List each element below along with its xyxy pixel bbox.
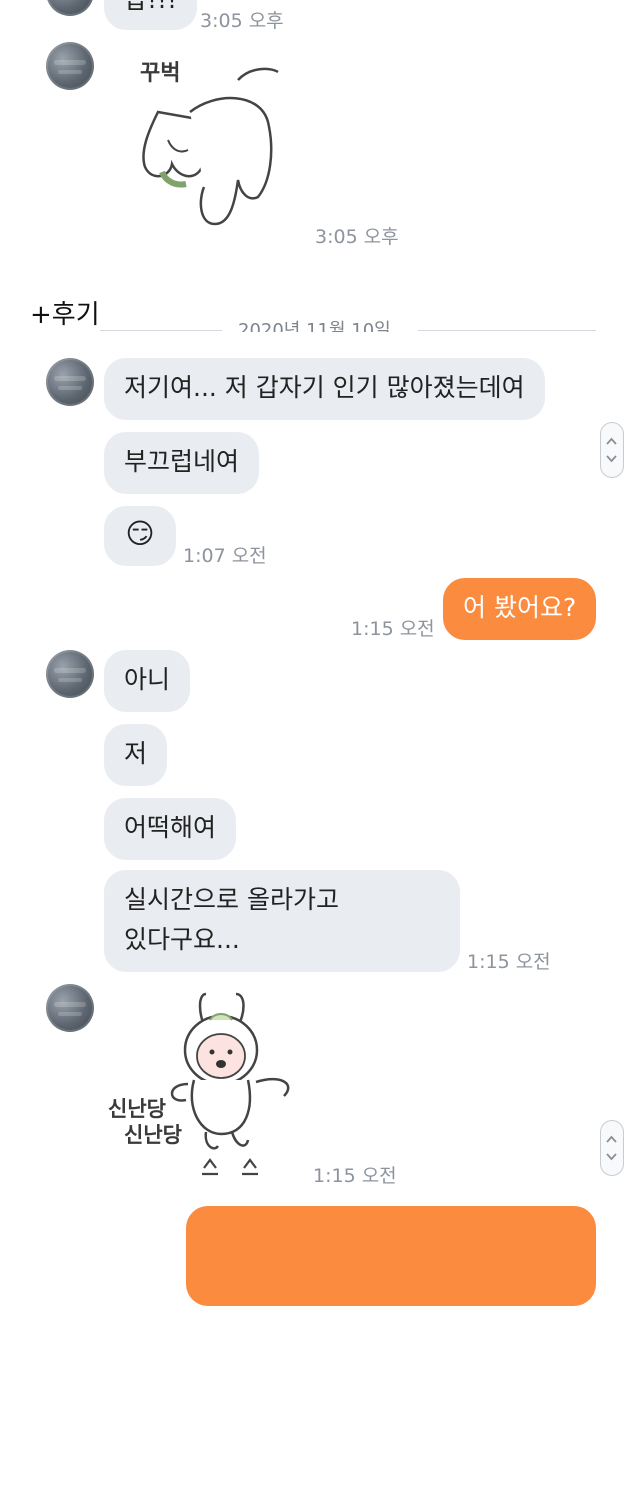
avatar[interactable] <box>46 650 94 698</box>
sticker-label-line1: 신난당 <box>108 1097 166 1121</box>
avatar[interactable] <box>46 0 94 16</box>
message-timestamp: 1:15 오전 <box>467 951 551 973</box>
message-bubble: 탑!!! <box>104 0 198 30</box>
message-bubble[interactable]: 어떡해여 <box>104 798 237 860</box>
my-message-bubble[interactable]: 어 봤어요? <box>443 578 597 640</box>
message-text-line1: ㅋㅋㅋㅋ근데 <box>206 1304 345 1333</box>
date-divider-line-left <box>100 330 222 331</box>
message-text: 부끄럽네여 <box>124 447 240 476</box>
date-divider-line-right <box>418 330 596 331</box>
message-text-line2: 너무신나보이는데요? <box>206 1430 427 1459</box>
message-bubble[interactable]: 부끄럽네여 <box>104 432 260 494</box>
sticker-dancing-rabbit: 신난당 신난당 <box>108 992 290 1176</box>
message-timestamp: 1:07 오전 <box>183 545 267 567</box>
message-bubble[interactable]: 아니 <box>104 650 191 712</box>
scroll-chevrons-icon <box>606 1135 617 1161</box>
message-bubble[interactable]: 저 <box>104 724 168 786</box>
date-divider-text: 2020년 11월 10일 <box>238 320 391 332</box>
my-message-bubble[interactable]: ㅋㅋㅋㅋ근데 너무신나보이는데요? <box>186 1206 596 1459</box>
scroll-handle[interactable] <box>600 422 624 478</box>
avatar[interactable] <box>46 984 94 1032</box>
message-text: 저 <box>124 739 148 768</box>
message-timestamp: 1:15 오전 <box>351 618 435 640</box>
message-bubble[interactable]: 😏 <box>104 506 176 566</box>
scroll-handle[interactable] <box>600 1120 624 1176</box>
message-text: 탑!!! <box>124 0 177 14</box>
message-bubble[interactable]: 저기여... 저 갑자기 인기 많아졌는데여 <box>104 358 545 420</box>
sticker-timestamp: 1:15 오전 <box>313 1165 397 1187</box>
review-section-label: +후기 <box>30 300 100 330</box>
message-text: 저기여... 저 갑자기 인기 많아졌는데여 <box>124 373 525 402</box>
message-bubble[interactable]: 실시간으로 올라가고 있다구요... <box>104 870 460 972</box>
sticker-label: 꾸벅 <box>140 61 180 86</box>
message-text: 아니 <box>124 665 171 694</box>
sticker-bowing-rabbit: 꾸벅 <box>140 61 279 226</box>
message-text: 실시간으로 올라가고 있다구요... <box>124 885 339 954</box>
message-text: 어 봤어요? <box>463 593 577 622</box>
smirk-emoji: 😏 <box>125 517 155 550</box>
message-text: 어떡해여 <box>124 813 217 842</box>
avatar[interactable] <box>46 358 94 406</box>
message-timestamp: 3:05 오후 <box>200 10 284 32</box>
sticker-timestamp: 3:05 오후 <box>315 226 399 248</box>
avatar[interactable] <box>46 42 94 90</box>
scroll-chevrons-icon <box>606 437 617 463</box>
sticker-label-line2: 신난당 <box>124 1123 182 1147</box>
